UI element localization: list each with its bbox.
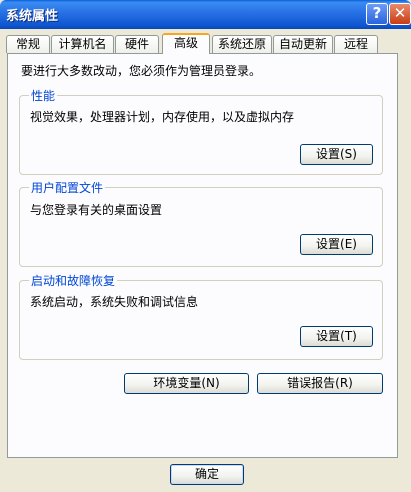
startup-recovery-group-title: 启动和故障恢复	[29, 272, 118, 289]
tab-general[interactable]: 常规	[6, 35, 50, 53]
error-reporting-button[interactable]: 错误报告(R)	[257, 373, 383, 394]
window-title: 系统属性	[6, 9, 59, 24]
tab-automatic-updates[interactable]: 自动更新	[273, 35, 333, 53]
tab-remote[interactable]: 远程	[334, 35, 378, 53]
user-profiles-group-title: 用户配置文件	[29, 179, 106, 196]
startup-recovery-settings-button[interactable]: 设置(T)	[300, 326, 373, 347]
performance-settings-button[interactable]: 设置(S)	[300, 144, 373, 165]
tab-system-restore[interactable]: 系统还原	[212, 35, 272, 53]
startup-recovery-group	[19, 280, 383, 360]
system-properties-window: 系统属性 ? ✕ 常规 计算机名 硬件 高级 系统还原 自动更新 远程 要进行大…	[0, 0, 411, 492]
user-profiles-description: 与您登录有关的桌面设置	[30, 203, 163, 217]
performance-description: 视觉效果，处理器计划，内存使用，以及虚拟内存	[30, 110, 295, 124]
ok-button[interactable]: 确定	[170, 464, 244, 485]
tab-computer-name[interactable]: 计算机名	[51, 35, 114, 53]
close-icon[interactable]: ✕	[389, 3, 411, 25]
performance-group-title: 性能	[29, 87, 58, 104]
title-bar[interactable]: 系统属性 ? ✕	[0, 0, 411, 29]
user-profiles-group	[19, 187, 383, 267]
startup-recovery-description: 系统启动，系统失败和调试信息	[30, 295, 199, 309]
tab-hardware[interactable]: 硬件	[115, 35, 159, 53]
admin-notice: 要进行大多数改动，您必须作为管理员登录。	[21, 64, 262, 78]
help-icon[interactable]: ?	[366, 3, 388, 25]
tab-advanced[interactable]: 高级	[162, 33, 210, 54]
environment-variables-button[interactable]: 环境变量(N)	[124, 373, 249, 394]
user-profiles-settings-button[interactable]: 设置(E)	[300, 234, 373, 255]
